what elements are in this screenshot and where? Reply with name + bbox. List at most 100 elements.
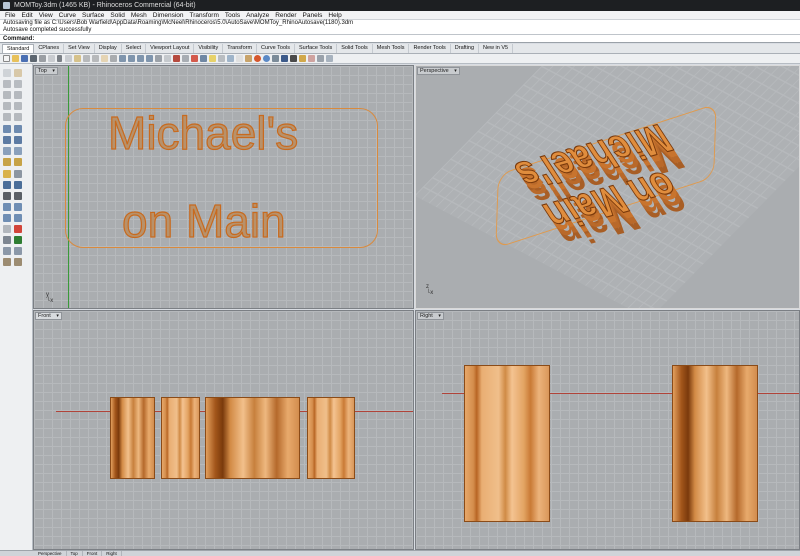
open-folder-icon[interactable]	[12, 55, 19, 62]
curve-icon[interactable]	[14, 80, 22, 88]
menu-dimension[interactable]: Dimension	[150, 11, 187, 19]
menu-render[interactable]: Render	[272, 11, 299, 19]
menu-edit[interactable]: Edit	[18, 11, 35, 19]
undo-icon[interactable]	[83, 55, 90, 62]
surface-icon[interactable]	[3, 125, 11, 133]
circle-icon[interactable]	[3, 91, 11, 99]
viewport-tab-front[interactable]: Front	[83, 551, 103, 556]
properties-icon[interactable]	[218, 55, 225, 62]
join-icon[interactable]	[3, 192, 11, 200]
new-file-icon[interactable]	[3, 55, 10, 62]
viewport-label-right[interactable]: Right	[417, 312, 444, 320]
object-snap-icon[interactable]	[191, 55, 198, 62]
rotate-view-icon[interactable]	[110, 55, 117, 62]
viewport-right[interactable]: Right	[415, 310, 800, 550]
check-icon[interactable]	[14, 236, 22, 244]
import-icon[interactable]	[39, 55, 46, 62]
freeform-icon[interactable]	[14, 113, 22, 121]
move-icon[interactable]	[3, 203, 11, 211]
select-icon[interactable]	[182, 55, 189, 62]
menu-solid[interactable]: Solid	[107, 11, 127, 19]
rectangle-icon[interactable]	[3, 102, 11, 110]
mirror-icon[interactable]	[3, 225, 11, 233]
viewport-label-front[interactable]: Front	[35, 312, 62, 320]
pan-hand-icon[interactable]	[101, 55, 108, 62]
ellipse-icon[interactable]	[3, 113, 11, 121]
menu-panels[interactable]: Panels	[300, 11, 326, 19]
tab-curve-tools[interactable]: Curve Tools	[257, 44, 295, 53]
rotate-icon[interactable]	[3, 214, 11, 222]
command-prompt[interactable]: Command:	[0, 35, 800, 43]
toolbox-icon[interactable]	[317, 55, 324, 62]
redo-icon[interactable]	[92, 55, 99, 62]
arc-icon[interactable]	[14, 91, 22, 99]
tab-transform[interactable]: Transform	[223, 44, 258, 53]
viewport-label-top[interactable]: Top	[35, 67, 58, 75]
viewport-tab-right[interactable]: Right	[102, 551, 122, 556]
polyline-icon[interactable]	[3, 80, 11, 88]
tab-standard[interactable]: Standard	[2, 44, 35, 53]
viewport-perspective[interactable]: Michael's on Main z └x Perspective	[415, 65, 800, 309]
tab-solid-tools[interactable]: Solid Tools	[337, 44, 373, 53]
boolean-icon[interactable]	[14, 158, 22, 166]
material-icon[interactable]	[263, 55, 270, 62]
dimension-icon[interactable]	[3, 247, 11, 255]
polygon-icon[interactable]	[14, 102, 22, 110]
tab-mesh-tools[interactable]: Mesh Tools	[373, 44, 410, 53]
print-icon[interactable]	[30, 55, 37, 62]
viewport-label-perspective[interactable]: Perspective	[417, 67, 460, 75]
group-icon[interactable]	[3, 236, 11, 244]
menu-surface[interactable]: Surface	[79, 11, 107, 19]
tab-surface-tools[interactable]: Surface Tools	[295, 44, 338, 53]
options-gear-icon[interactable]	[299, 55, 306, 62]
viewport-top[interactable]: Michael's on Main y └x Top	[33, 65, 414, 309]
rendered-icon[interactable]	[245, 55, 252, 62]
tab-visibility[interactable]: Visibility	[194, 44, 224, 53]
tab-render-tools[interactable]: Render Tools	[409, 44, 451, 53]
zoom-extents-icon[interactable]	[137, 55, 144, 62]
render-tool-icon[interactable]	[14, 258, 22, 266]
text-icon[interactable]	[14, 247, 22, 255]
menu-file[interactable]: File	[2, 11, 18, 19]
save-icon[interactable]	[21, 55, 28, 62]
array-icon[interactable]	[14, 225, 22, 233]
sweep-icon[interactable]	[14, 147, 22, 155]
analyze-icon[interactable]	[3, 258, 11, 266]
grid-icon[interactable]	[200, 55, 207, 62]
tab-drafting[interactable]: Drafting	[451, 44, 480, 53]
sphere-icon[interactable]	[14, 136, 22, 144]
menu-tools[interactable]: Tools	[222, 11, 243, 19]
menu-help[interactable]: Help	[325, 11, 344, 19]
zoom-selected-icon[interactable]	[146, 55, 153, 62]
trim-icon[interactable]	[3, 181, 11, 189]
light-icon[interactable]	[272, 55, 279, 62]
tab-cplanes[interactable]: CPlanes	[34, 44, 65, 53]
wireframe-icon[interactable]	[227, 55, 234, 62]
shaded-icon[interactable]	[236, 55, 243, 62]
mesh-icon[interactable]	[3, 158, 11, 166]
menu-view[interactable]: View	[36, 11, 56, 19]
layer-icon[interactable]	[209, 55, 216, 62]
menu-analyze[interactable]: Analyze	[243, 11, 272, 19]
help-icon[interactable]	[308, 55, 315, 62]
copy-object-icon[interactable]	[14, 203, 22, 211]
undo-view-icon[interactable]	[155, 55, 162, 62]
zoom-dynamic-icon[interactable]	[119, 55, 126, 62]
menu-transform[interactable]: Transform	[187, 11, 222, 19]
extrude-icon[interactable]	[14, 125, 22, 133]
select-arrow-icon[interactable]	[3, 69, 11, 77]
paste-icon[interactable]	[74, 55, 81, 62]
point-icon[interactable]	[14, 69, 22, 77]
copy-icon[interactable]	[65, 55, 72, 62]
export-icon[interactable]	[48, 55, 55, 62]
cplane-icon[interactable]	[173, 55, 180, 62]
zoom-window-icon[interactable]	[128, 55, 135, 62]
environment-icon[interactable]	[281, 55, 288, 62]
tab-display[interactable]: Display	[95, 44, 122, 53]
viewport-tab-top[interactable]: Top	[67, 551, 83, 556]
tab-select[interactable]: Select	[122, 44, 147, 53]
box-icon[interactable]	[3, 136, 11, 144]
loft-icon[interactable]	[3, 147, 11, 155]
fillet-icon[interactable]	[14, 170, 22, 178]
cut-icon[interactable]	[57, 55, 62, 62]
